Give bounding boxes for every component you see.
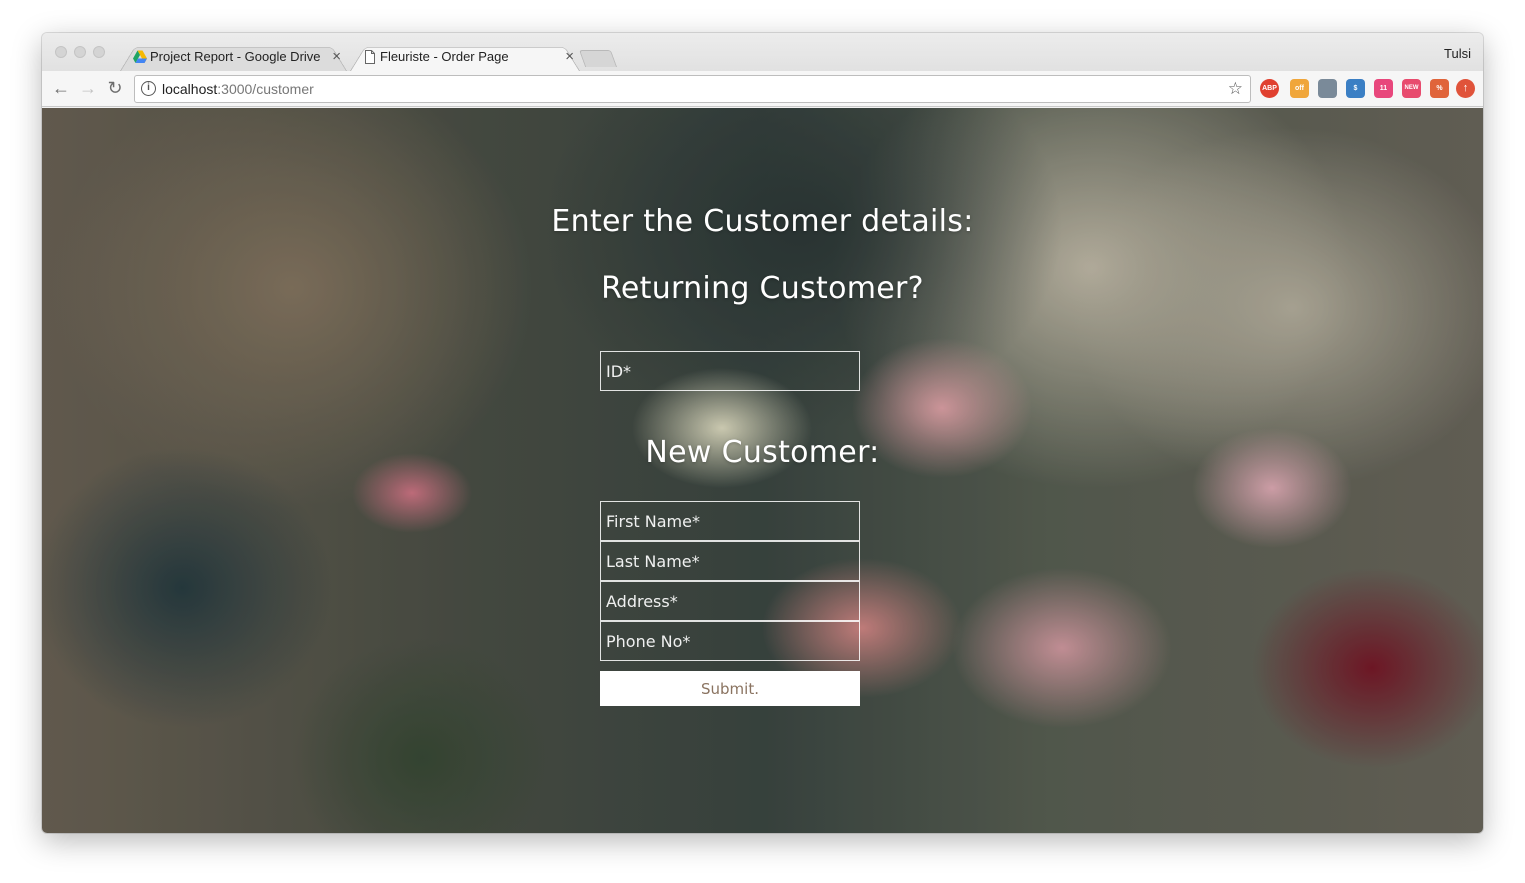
dollar-icon[interactable]: $: [1346, 79, 1365, 98]
phone-input[interactable]: [600, 621, 860, 661]
tab-title: Fleuriste - Order Page: [380, 49, 509, 64]
google-drive-icon: [133, 50, 147, 63]
adblock-plus-icon[interactable]: ABP: [1260, 79, 1279, 98]
zoom-window-button[interactable]: [93, 46, 105, 58]
bookmark-star-icon[interactable]: ☆: [1228, 79, 1243, 99]
translate-icon[interactable]: %: [1430, 79, 1449, 98]
tab-fleuriste-order[interactable]: Fleuriste - Order Page ×: [350, 42, 580, 71]
new-customer-heading: New Customer:: [645, 435, 880, 470]
customer-form: Enter the Customer details: Returning Cu…: [42, 108, 1483, 833]
browser-window: Project Report - Google Drive × Fleurist…: [42, 33, 1483, 833]
reload-icon[interactable]: ↻: [104, 77, 126, 99]
forward-icon[interactable]: →: [77, 77, 99, 99]
close-tab-icon[interactable]: ×: [332, 42, 341, 71]
calendar-11-icon[interactable]: 11: [1374, 79, 1393, 98]
page-icon: [365, 50, 375, 64]
returning-customer-heading: Returning Customer?: [601, 271, 924, 306]
profile-name[interactable]: Tulsi: [1444, 46, 1471, 61]
page-title: Enter the Customer details:: [551, 204, 974, 239]
close-tab-icon[interactable]: ×: [565, 42, 574, 71]
site-info-icon[interactable]: i: [141, 81, 156, 96]
browser-toolbar: ← → ↻ i localhost:3000/customer ☆ ABP of…: [42, 71, 1483, 107]
tab-google-drive[interactable]: Project Report - Google Drive ×: [120, 42, 347, 71]
minimize-window-button[interactable]: [74, 46, 86, 58]
new-tab-button[interactable]: [578, 50, 618, 67]
tab-title: Project Report - Google Drive: [150, 49, 321, 64]
url-text[interactable]: localhost:3000/customer: [162, 81, 314, 97]
back-icon[interactable]: ←: [50, 77, 72, 99]
last-name-input[interactable]: [600, 541, 860, 581]
customer-id-input[interactable]: [600, 351, 860, 391]
upload-icon[interactable]: ↑: [1456, 79, 1475, 98]
puzzle-icon[interactable]: [1318, 79, 1337, 98]
address-bar[interactable]: i localhost:3000/customer ☆: [134, 75, 1251, 103]
page-content: Enter the Customer details: Returning Cu…: [42, 108, 1483, 833]
coupon-off-icon[interactable]: off: [1290, 79, 1309, 98]
submit-button[interactable]: Submit.: [600, 671, 860, 706]
title-bar: Project Report - Google Drive × Fleurist…: [42, 33, 1483, 71]
address-input[interactable]: [600, 581, 860, 621]
new-badge-icon[interactable]: NEW: [1402, 79, 1421, 98]
close-window-button[interactable]: [55, 46, 67, 58]
first-name-input[interactable]: [600, 501, 860, 541]
